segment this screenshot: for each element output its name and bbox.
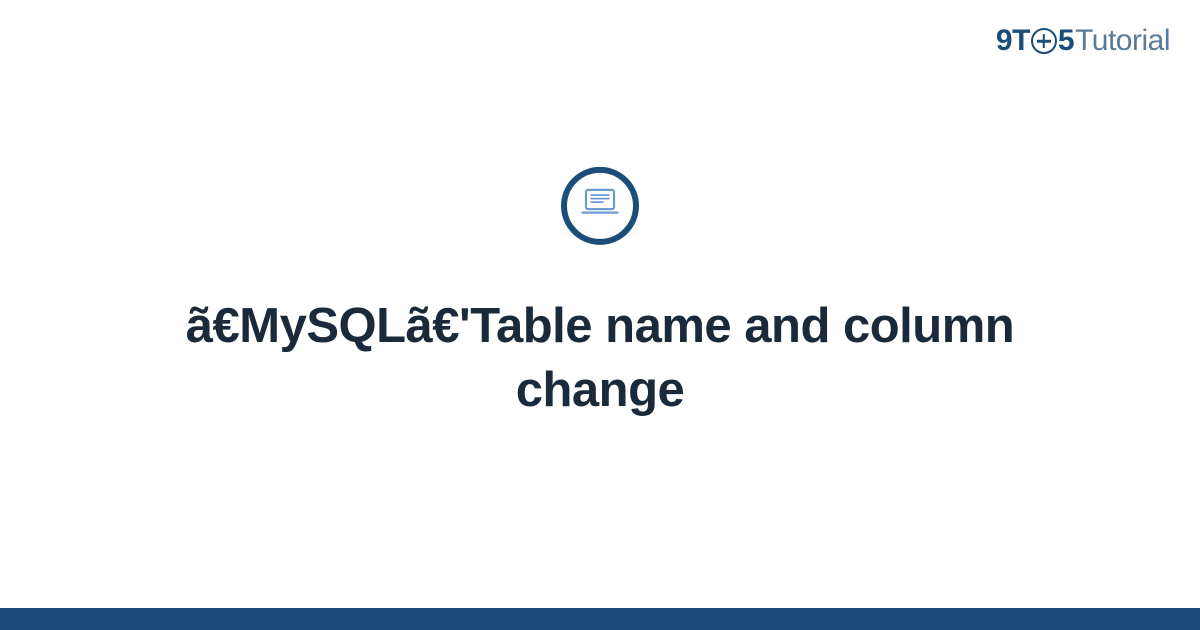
- footer-bar: [0, 608, 1200, 630]
- logo-text-tutorial: Tutorial: [1075, 24, 1170, 58]
- laptop-icon-circle: [561, 167, 639, 245]
- laptop-icon: [579, 182, 621, 229]
- site-logo: 9 T 5 Tutorial: [996, 24, 1170, 58]
- main-content: ã€MySQLã€'Table name and column change: [0, 167, 1200, 422]
- page-title: ã€MySQLã€'Table name and column change: [150, 295, 1050, 422]
- logo-circle-icon: [1031, 28, 1057, 54]
- logo-text-9: 9: [996, 24, 1012, 58]
- logo-text-t: T: [1012, 24, 1030, 58]
- logo-text-5: 5: [1058, 24, 1074, 58]
